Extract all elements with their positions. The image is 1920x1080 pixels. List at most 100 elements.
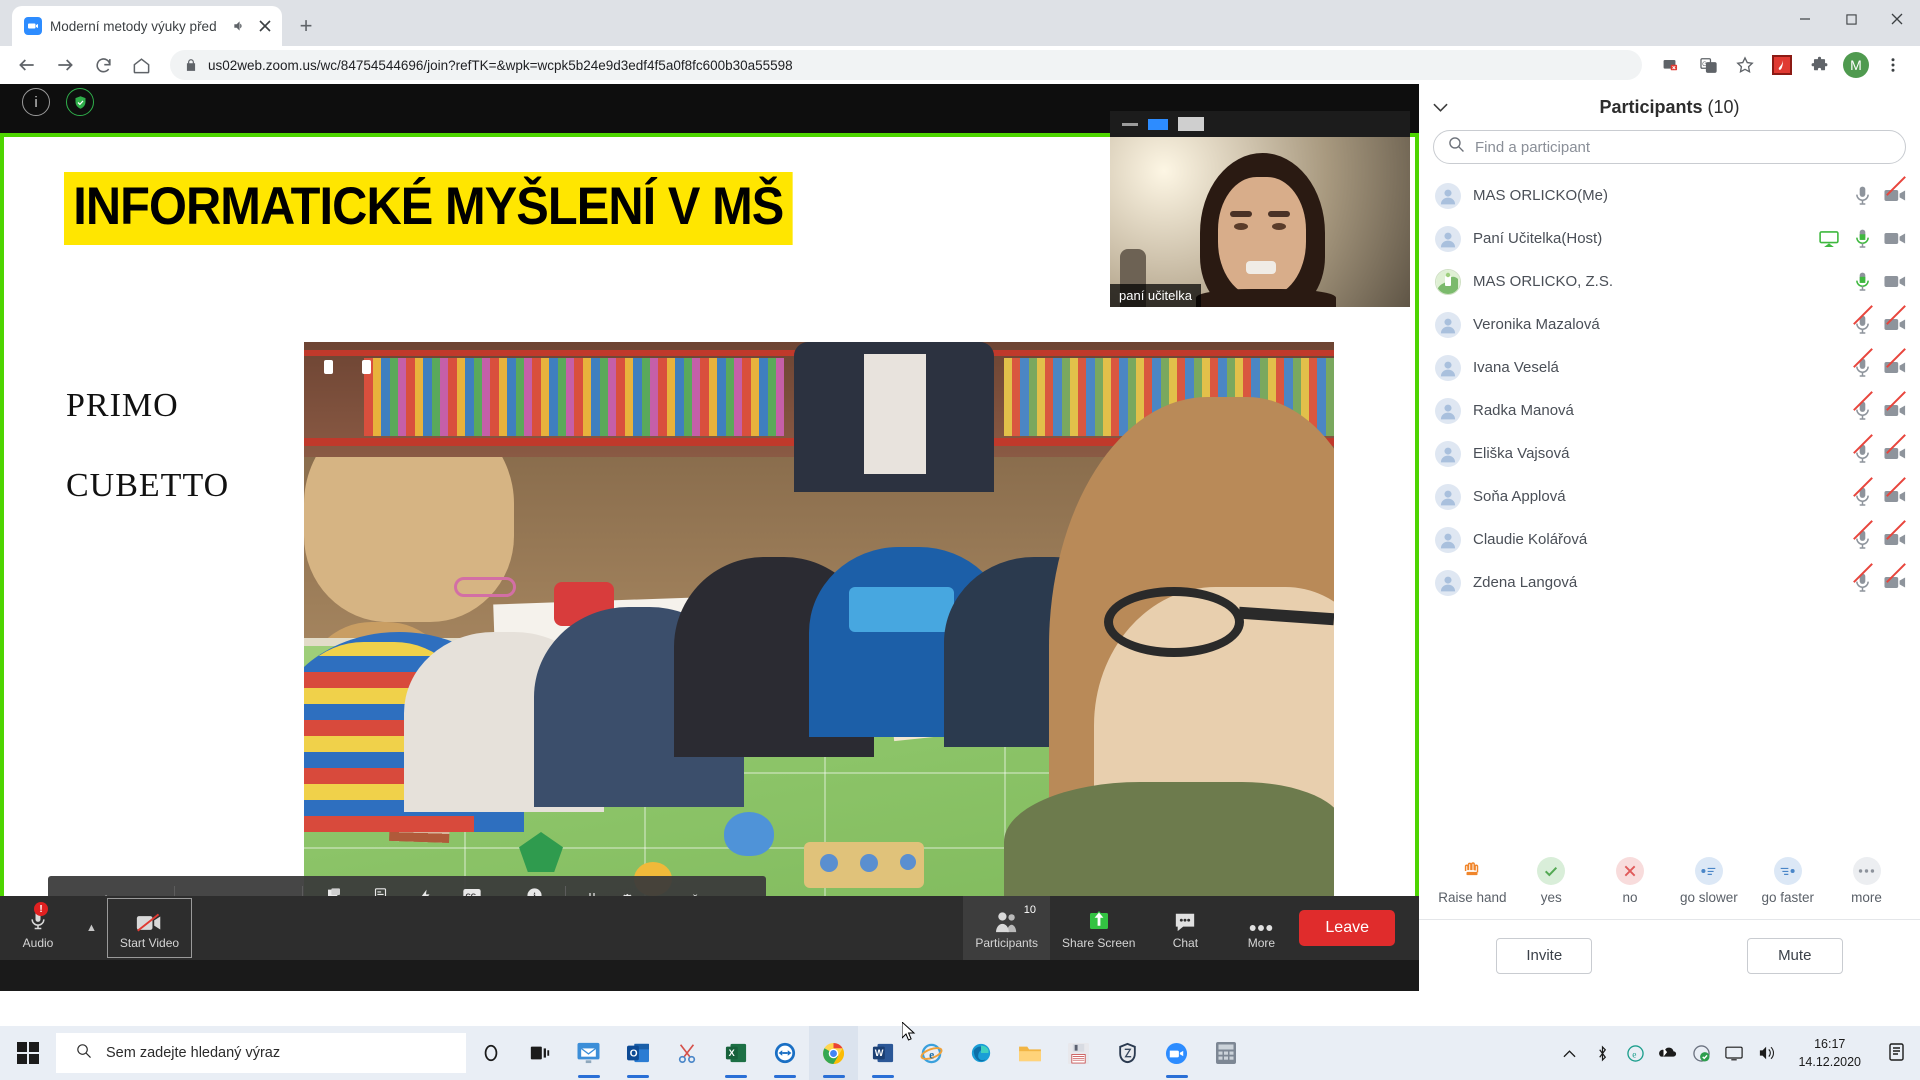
mute-button[interactable]: Mute <box>1746 937 1843 974</box>
minimize-icon[interactable] <box>1782 0 1828 38</box>
layout-speaker-icon[interactable] <box>1148 118 1168 130</box>
mail-monitor-icon[interactable] <box>564 1026 613 1080</box>
microphone-muted-icon[interactable] <box>1851 433 1873 464</box>
shield-app-icon[interactable] <box>1103 1026 1152 1080</box>
file-explorer-icon[interactable] <box>1005 1026 1054 1080</box>
microphone-icon[interactable] <box>1851 186 1873 206</box>
list-item[interactable]: Veronika Mazalová <box>1419 303 1920 346</box>
reaction-go-slower[interactable]: go slower <box>1672 857 1746 905</box>
participants-list[interactable]: MAS ORLICKO(Me) Paní Učitelka(Host) MAS … <box>1419 174 1920 764</box>
microphone-muted-icon[interactable] <box>1851 390 1873 421</box>
microphone-muted-icon[interactable] <box>1851 347 1873 378</box>
list-item[interactable]: Radka Manová <box>1419 389 1920 432</box>
list-item[interactable]: MAS ORLICKO(Me) <box>1419 174 1920 217</box>
onedrive-tray-icon[interactable] <box>1658 1043 1678 1063</box>
video-off-icon[interactable] <box>1884 476 1906 507</box>
video-on-icon[interactable] <box>1884 229 1906 249</box>
antivirus-icon[interactable] <box>1691 1043 1711 1063</box>
word-icon[interactable]: W <box>858 1026 907 1080</box>
save-disk-icon[interactable] <box>1054 1026 1103 1080</box>
video-off-icon[interactable] <box>1884 390 1906 421</box>
chevron-up-icon[interactable] <box>1559 1043 1579 1063</box>
chevron-down-icon[interactable] <box>1433 99 1448 116</box>
screen-share-icon[interactable] <box>1818 229 1840 249</box>
taskbar-clock[interactable]: 16:17 14.12.2020 <box>1790 1035 1869 1071</box>
video-on-icon[interactable] <box>1884 272 1906 292</box>
bookmark-star-icon[interactable] <box>1728 48 1762 82</box>
list-item[interactable]: Claudie Kolářová <box>1419 518 1920 561</box>
calculator-icon[interactable] <box>1201 1026 1250 1080</box>
video-off-icon[interactable] <box>1884 347 1906 378</box>
forward-arrow-icon[interactable] <box>48 48 82 82</box>
avatar[interactable]: M <box>1839 48 1873 82</box>
windows-start-icon[interactable] <box>0 1026 56 1080</box>
list-item[interactable]: Zdena Langová <box>1419 561 1920 604</box>
leave-button[interactable]: Leave <box>1299 910 1395 946</box>
taskbar-search-input[interactable]: Sem zadejte hledaný výraz <box>56 1033 466 1073</box>
bluetooth-icon[interactable] <box>1592 1043 1612 1063</box>
adobe-pdf-extension-icon[interactable] <box>1765 48 1799 82</box>
video-off-icon[interactable] <box>1884 433 1906 464</box>
microphone-muted-icon[interactable] <box>1851 476 1873 507</box>
reaction-no[interactable]: no <box>1593 857 1667 905</box>
list-item[interactable]: Ivana Veselá <box>1419 346 1920 389</box>
reaction-raise-hand[interactable]: Raise hand <box>1435 857 1509 905</box>
extensions-puzzle-icon[interactable] <box>1802 48 1836 82</box>
edge-icon[interactable] <box>956 1026 1005 1080</box>
video-off-icon[interactable] <box>1884 562 1906 593</box>
list-item[interactable]: Eliška Vajsová <box>1419 432 1920 475</box>
snipping-tool-icon[interactable] <box>662 1026 711 1080</box>
cortana-circle-icon[interactable] <box>466 1026 515 1080</box>
shield-check-icon[interactable] <box>66 88 94 116</box>
microphone-muted-icon[interactable] <box>1851 519 1873 550</box>
maximize-icon[interactable] <box>1828 0 1874 38</box>
list-item[interactable]: Soňa Applová <box>1419 475 1920 518</box>
info-icon[interactable]: i <box>22 88 50 116</box>
volume-icon[interactable] <box>1757 1043 1777 1063</box>
media-cast-icon[interactable] <box>1654 48 1688 82</box>
microphone-active-icon[interactable] <box>1851 229 1873 249</box>
microphone-active-icon[interactable] <box>1851 272 1873 292</box>
close-icon[interactable] <box>1874 0 1920 38</box>
participants-button[interactable]: 10 Participants <box>963 896 1051 960</box>
notification-icon[interactable] <box>1882 1026 1912 1080</box>
task-view-icon[interactable] <box>515 1026 564 1080</box>
close-icon[interactable] <box>256 17 274 35</box>
translate-icon[interactable]: G <box>1691 48 1725 82</box>
address-bar[interactable]: us02web.zoom.us/wc/84754544696/join?refT… <box>170 50 1642 80</box>
reaction-more[interactable]: more <box>1830 857 1904 905</box>
list-item[interactable]: Paní Učitelka(Host) <box>1419 217 1920 260</box>
search-input[interactable]: Find a participant <box>1433 130 1906 164</box>
self-view-video[interactable]: paní učitelka <box>1110 111 1410 307</box>
more-button[interactable]: More <box>1223 896 1299 960</box>
three-dot-menu-icon[interactable] <box>1876 48 1910 82</box>
reaction-yes[interactable]: yes <box>1514 857 1588 905</box>
reaction-go-faster[interactable]: go faster <box>1751 857 1825 905</box>
chrome-icon[interactable] <box>809 1026 858 1080</box>
teamviewer-icon[interactable] <box>760 1026 809 1080</box>
edge-tray-icon[interactable]: e <box>1625 1043 1645 1063</box>
microphone-muted-icon[interactable] <box>1851 562 1873 593</box>
reload-icon[interactable] <box>86 48 120 82</box>
excel-icon[interactable]: X <box>711 1026 760 1080</box>
outlook-icon[interactable]: O <box>613 1026 662 1080</box>
video-off-icon[interactable] <box>1884 175 1906 206</box>
invite-button[interactable]: Invite <box>1496 937 1593 974</box>
home-icon[interactable] <box>124 48 158 82</box>
browser-tab[interactable]: Moderní metody výuky před <box>12 6 282 46</box>
zoom-icon[interactable] <box>1152 1026 1201 1080</box>
layout-gallery-icon[interactable] <box>1178 117 1204 131</box>
display-icon[interactable] <box>1724 1043 1744 1063</box>
microphone-muted-icon[interactable] <box>1851 304 1873 335</box>
share-screen-button[interactable]: Share Screen <box>1050 896 1147 960</box>
chat-button[interactable]: Chat <box>1147 896 1223 960</box>
audio-button[interactable]: ! Audio <box>0 896 76 960</box>
back-arrow-icon[interactable] <box>10 48 44 82</box>
new-tab-button[interactable]: + <box>292 12 320 40</box>
speaker-icon[interactable] <box>230 17 248 35</box>
minimize-icon[interactable] <box>1122 122 1138 126</box>
video-off-icon[interactable] <box>1884 519 1906 550</box>
video-off-icon[interactable] <box>1884 304 1906 335</box>
list-item[interactable]: MAS ORLICKO, Z.S. <box>1419 260 1920 303</box>
start-video-button[interactable]: Start Video <box>106 898 193 958</box>
